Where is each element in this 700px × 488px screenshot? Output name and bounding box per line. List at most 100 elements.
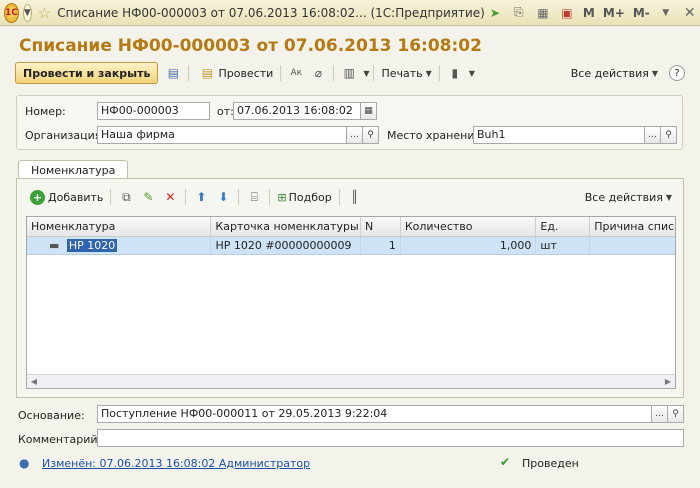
date-field[interactable]: 07.06.2013 16:08:02 <box>233 102 361 120</box>
table-toolbar: + Добавить ⧉ ✎ ✕ ⬆ ⬇ ⌸ ⊞ Подбор ║ Все де… <box>27 186 675 208</box>
print-caret-icon: ▼ <box>425 68 432 78</box>
page-title: Списание НФ00-000003 от 07.06.2013 16:08… <box>19 36 482 56</box>
scroll-right-icon[interactable]: ▶ <box>661 375 675 388</box>
copy-row-icon[interactable]: ⧉ <box>117 188 135 206</box>
organization-field[interactable]: Наша фирма <box>97 126 347 144</box>
separator <box>110 189 112 205</box>
app-logo-icon[interactable]: 1С <box>4 2 19 23</box>
column-header-quantity[interactable]: Количество <box>401 217 537 236</box>
calendar-icon[interactable]: ▣ <box>557 4 577 22</box>
add-plus-icon: + <box>30 189 45 205</box>
table-all-actions-caret-icon: ▼ <box>665 192 672 202</box>
status-posted: Проведен <box>522 457 579 470</box>
horizontal-scrollbar[interactable]: ◀ ▶ <box>27 374 675 388</box>
close-icon[interactable]: ✕ <box>680 5 700 21</box>
separator <box>338 189 340 205</box>
save-icon[interactable]: ▤ <box>164 64 182 82</box>
separator <box>373 65 375 81</box>
add-row-button[interactable]: + Добавить <box>27 189 106 205</box>
column-header-unit[interactable]: Ед. <box>536 217 591 236</box>
separator <box>438 65 440 81</box>
memory-mplus-button[interactable]: M+ <box>601 6 627 20</box>
basis-select-icon[interactable]: … <box>652 405 668 423</box>
changed-by-link[interactable]: Изменён: 07.06.2013 16:08:02 Администрат… <box>42 457 310 470</box>
organization-select-icon[interactable]: … <box>347 126 363 144</box>
table-row[interactable]: ▬ HP 1020 HP 1020 #00000000009 1 1,000 ш… <box>27 237 675 255</box>
barcode-icon[interactable]: ║ <box>346 188 364 206</box>
all-actions-label: Все действия <box>570 66 649 80</box>
comment-label: Комментарий: <box>18 433 102 446</box>
link-icon[interactable]: ⎘ <box>509 4 529 22</box>
cell-n[interactable]: 1 <box>361 237 401 254</box>
create-based-on-icon[interactable]: ▥ <box>340 64 358 82</box>
basis-label: Основание: <box>18 409 85 422</box>
tab-nomenclature[interactable]: Номенклатура <box>18 160 129 179</box>
selection-button[interactable]: ⊞ Подбор <box>274 191 334 204</box>
storage-field[interactable]: Buh1 <box>473 126 645 144</box>
separator <box>188 65 190 81</box>
separator <box>269 189 271 205</box>
date-label: от: <box>217 105 234 118</box>
posted-check-icon: ✔ <box>500 455 511 469</box>
report-caret-icon[interactable]: ▼ <box>469 69 475 78</box>
add-row-label: Добавить <box>48 190 104 204</box>
storage-select-icon[interactable]: … <box>645 126 661 144</box>
attachment-clip-icon[interactable]: ⌀ <box>309 64 327 82</box>
storage-open-icon[interactable]: ⚲ <box>661 126 677 144</box>
cell-quantity[interactable]: 1,000 <box>401 237 537 254</box>
separator <box>280 65 282 81</box>
move-up-icon[interactable]: ⬆ <box>192 188 210 206</box>
tab-panel-nomenclature: + Добавить ⧉ ✎ ✕ ⬆ ⬇ ⌸ ⊞ Подбор ║ Все де… <box>16 178 684 398</box>
number-field[interactable]: НФ00-000003 <box>97 102 210 120</box>
items-table[interactable]: Номенклатура Карточка номенклатуры N Кол… <box>26 216 676 389</box>
separator <box>238 189 240 205</box>
printer-icon: ▬ <box>49 239 60 252</box>
window-menu-caret-icon[interactable]: ▼ <box>656 4 676 22</box>
scroll-left-icon[interactable]: ◀ <box>27 375 41 388</box>
create-based-caret-icon[interactable]: ▼ <box>363 69 369 78</box>
column-header-reason[interactable]: Причина списа <box>590 217 675 236</box>
report-chart-icon[interactable]: ▮ <box>446 64 464 82</box>
memory-m-button[interactable]: M <box>581 6 597 20</box>
cell-unit[interactable]: шт <box>536 237 591 254</box>
column-header-nomenclature[interactable]: Номенклатура <box>27 217 212 236</box>
cell-nomenclature-value: HP 1020 <box>66 239 118 252</box>
organization-label: Организация: <box>25 129 106 142</box>
help-icon[interactable]: ? <box>669 65 685 81</box>
number-label: Номер: <box>25 105 66 118</box>
selection-icon: ⊞ <box>277 190 287 204</box>
edit-pencil-icon[interactable]: ✎ <box>139 188 157 206</box>
cell-card[interactable]: HP 1020 #00000000009 <box>211 237 361 254</box>
command-bar: Провести и закрыть ▤ ▤ Провести Ак ⌀ ▥ ▼… <box>15 61 685 85</box>
print-button-label: Печать <box>381 66 423 80</box>
movement-icon[interactable]: Ак <box>287 64 305 82</box>
print-button[interactable]: Печать ▼ <box>378 67 434 80</box>
post-button-label: Провести <box>218 66 274 80</box>
move-down-icon[interactable]: ⬇ <box>214 188 232 206</box>
cell-nomenclature[interactable]: ▬ HP 1020 <box>27 237 212 254</box>
comment-field[interactable] <box>97 429 684 447</box>
menu-dropdown-icon[interactable]: ▼ <box>22 3 32 22</box>
cell-reason[interactable] <box>590 237 675 254</box>
find-icon[interactable]: ⌸ <box>245 188 263 206</box>
calendar-picker-icon[interactable]: ▦ <box>361 102 377 120</box>
column-header-n[interactable]: N <box>361 217 401 236</box>
all-actions-caret-icon: ▼ <box>651 68 658 78</box>
calculator-icon[interactable]: ▦ <box>533 4 553 22</box>
post-button[interactable]: ▤ Провести <box>193 64 276 82</box>
favorite-star-icon[interactable]: ☆ <box>38 4 51 22</box>
all-actions-button[interactable]: Все действия ▼ <box>568 67 661 80</box>
table-header: Номенклатура Карточка номенклатуры N Кол… <box>27 217 675 237</box>
header-fields-panel: Номер: НФ00-000003 от: 07.06.2013 16:08:… <box>16 95 683 150</box>
basis-open-icon[interactable]: ⚲ <box>668 405 684 423</box>
basis-field[interactable]: Поступление НФ00-000011 от 29.05.2013 9:… <box>97 405 652 423</box>
post-and-close-button[interactable]: Провести и закрыть <box>15 62 159 84</box>
column-header-card[interactable]: Карточка номенклатуры <box>211 217 361 236</box>
organization-open-icon[interactable]: ⚲ <box>363 126 379 144</box>
table-all-actions-button[interactable]: Все действия ▼ <box>582 191 675 204</box>
table-all-actions-label: Все действия <box>584 190 663 204</box>
delete-x-icon[interactable]: ✕ <box>161 188 179 206</box>
forward-icon[interactable]: ➤ <box>485 4 505 22</box>
memory-mminus-button[interactable]: M- <box>631 6 652 20</box>
storage-label: Место хранения: <box>387 129 485 142</box>
